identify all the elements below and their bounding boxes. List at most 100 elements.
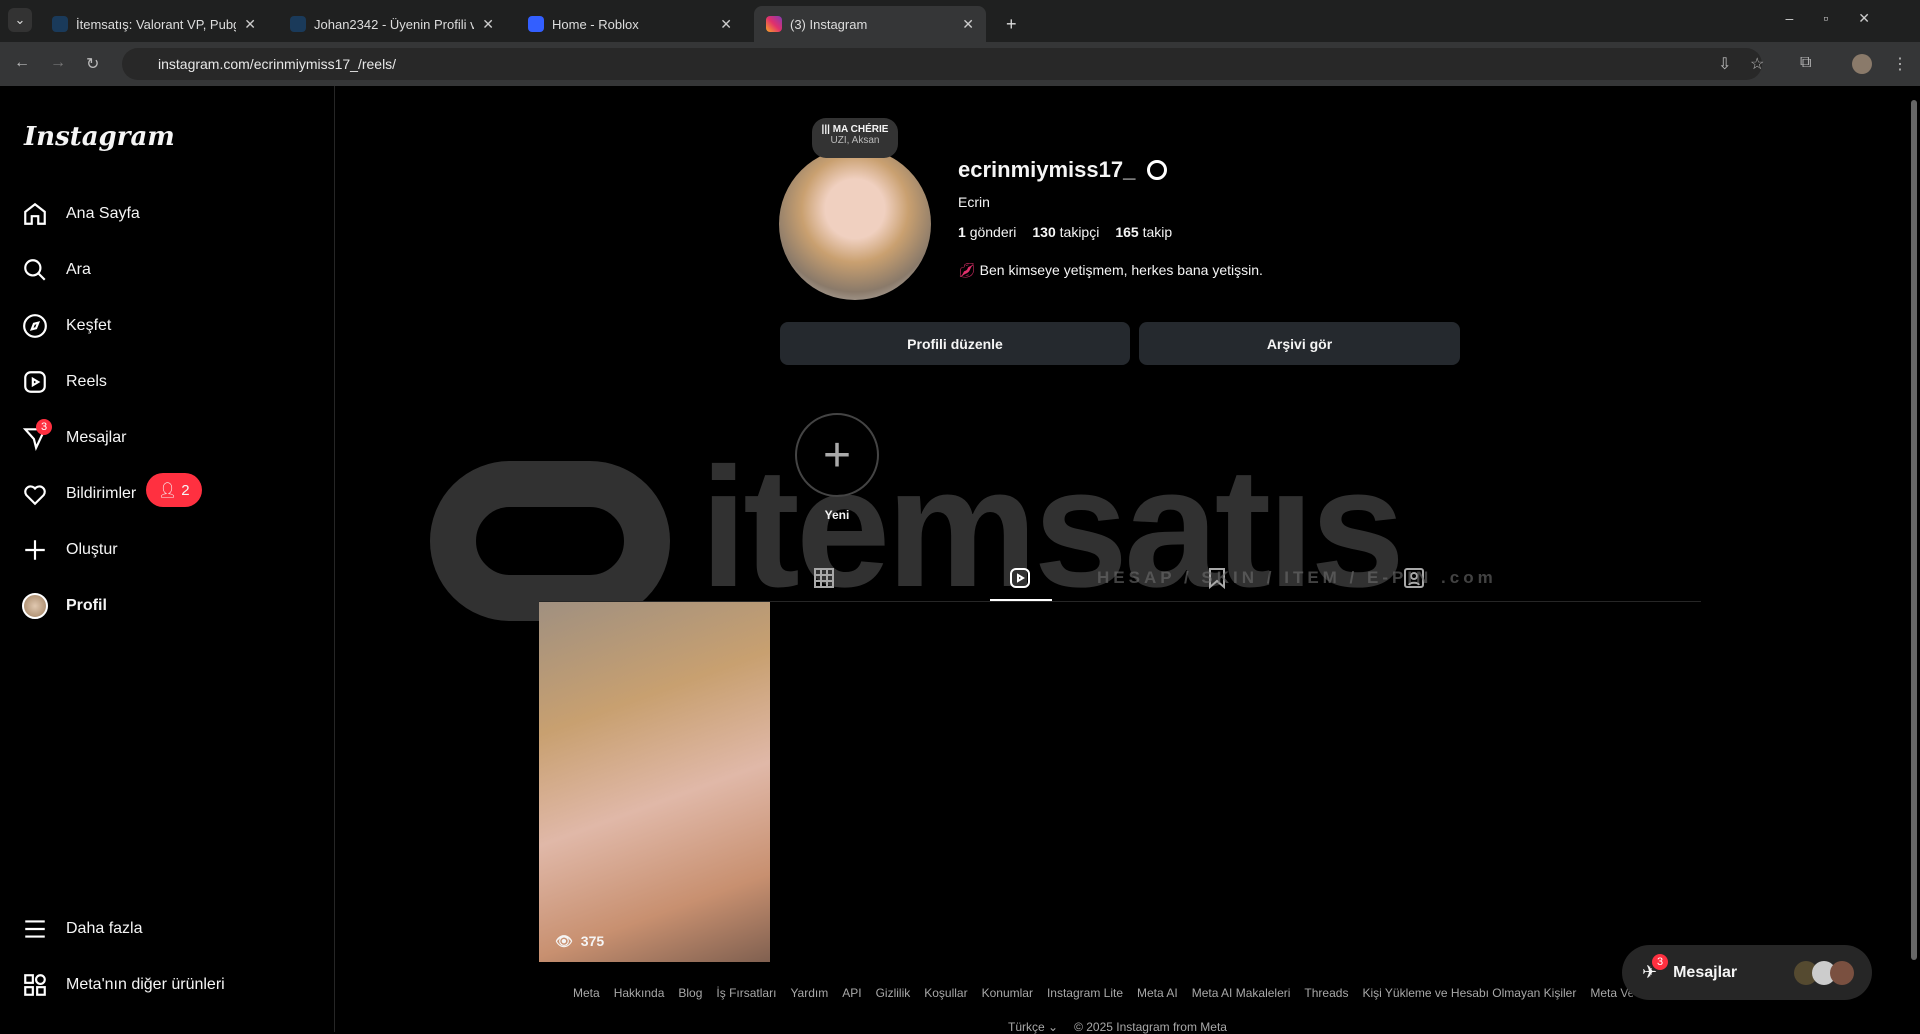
sidebar-item-label: Oluştur — [66, 541, 118, 558]
tab-title: Johan2342 - Üyenin Profili ve İlanları — [314, 16, 475, 32]
unread-badge: 3 — [36, 419, 52, 435]
footer-link[interactable]: Kişi Yükleme ve Hesabı Olmayan Kişiler — [1362, 986, 1576, 1000]
footer-link[interactable]: API — [842, 986, 861, 1000]
new-highlight-button[interactable]: + — [795, 413, 879, 497]
close-icon[interactable]: ✕ — [244, 16, 256, 33]
profile-avatar-icon[interactable] — [1852, 54, 1872, 74]
person-icon: 👤︎ — [158, 482, 182, 499]
reel-thumbnail[interactable]: 👁︎ 375 — [539, 602, 770, 962]
sidebar-item-label: Ara — [66, 261, 91, 278]
badge-count: 2 — [181, 482, 190, 499]
sidebar-item-label: Reels — [66, 373, 107, 390]
menu-icon[interactable]: ⋮ — [1892, 54, 1908, 74]
edit-profile-button[interactable]: Profili düzenle — [780, 322, 1130, 365]
footer-link[interactable]: Blog — [678, 986, 702, 1000]
unread-badge: 3 — [1652, 954, 1668, 970]
sidebar: Instagram Ana Sayfa Ara Keşfet Reels Mes… — [0, 86, 335, 1032]
back-icon[interactable]: ← — [14, 54, 30, 72]
sidebar-item-explore[interactable]: Keşfet — [22, 313, 111, 339]
close-icon[interactable]: ✕ — [720, 16, 732, 33]
view-archive-button[interactable]: Arşivi gör — [1139, 322, 1460, 365]
footer-link[interactable]: Yardım — [790, 986, 828, 1000]
sidebar-item-label: Profil — [66, 597, 107, 614]
heart-icon — [24, 485, 46, 506]
browser-tab[interactable]: Johan2342 - Üyenin Profili ve İlanları ✕ — [278, 6, 506, 42]
url-text: instagram.com/ecrinmiymiss17_/reels/ — [158, 56, 397, 72]
install-icon[interactable]: ⇩ — [1718, 54, 1731, 74]
sidebar-item-home[interactable]: Ana Sayfa — [22, 201, 140, 227]
sidebar-item-more[interactable]: Daha fazla — [22, 916, 143, 942]
roblox-favicon-icon — [528, 16, 544, 32]
profile-stats: 1 gönderi 130 takipçi 165 takip — [958, 224, 1172, 240]
browser-tab[interactable]: Home - Roblox ✕ — [516, 6, 744, 42]
sidebar-item-create[interactable]: Oluştur — [22, 537, 118, 563]
address-bar-row: ← → ↻ instagram.com/ecrinmiymiss17_/reel… — [0, 42, 1920, 86]
reels-tab-icon[interactable] — [1008, 566, 1032, 590]
avatar — [22, 593, 48, 619]
profile-avatar[interactable] — [779, 148, 931, 300]
tab-search-button[interactable]: ⌄ — [8, 8, 32, 32]
sidebar-item-label: Meta'nın diğer ürünleri — [66, 976, 225, 993]
display-name: Ecrin — [958, 194, 990, 210]
browser-tab-bar: ⌄ İtemsatış: Valorant VP, Pubg Mobile ✕ J… — [0, 0, 1920, 42]
sidebar-item-notifications[interactable]: Bildirimler 👤︎ 2 — [22, 473, 202, 507]
note-title: ||| MA CHÉRIE — [821, 124, 889, 135]
grid-tab-icon[interactable] — [812, 566, 836, 590]
browser-tab[interactable]: İtemsatış: Valorant VP, Pubg Mobile ✕ — [40, 6, 268, 42]
sidebar-item-search[interactable]: Ara — [22, 257, 91, 283]
footer-link[interactable]: Threads — [1304, 986, 1348, 1000]
instagram-logo[interactable]: Instagram — [24, 122, 175, 152]
footer-link[interactable]: Gizlilik — [876, 986, 911, 1000]
forward-icon[interactable]: → — [50, 54, 66, 72]
close-icon[interactable]: ✕ — [482, 16, 494, 33]
plus-icon — [25, 540, 45, 560]
url-input[interactable]: instagram.com/ecrinmiymiss17_/reels/ — [122, 48, 1762, 80]
sidebar-item-messages[interactable]: Mesajlar 3 — [22, 419, 126, 451]
footer-link[interactable]: İş Fırsatları — [716, 986, 776, 1000]
browser-tab-active[interactable]: (3) Instagram ✕ — [754, 6, 986, 42]
footer-link[interactable]: Meta AI Makaleleri — [1192, 986, 1291, 1000]
sidebar-item-label: Bildirimler — [66, 485, 137, 502]
recent-avatars — [1794, 960, 1854, 985]
followers-count[interactable]: 130 takipçi — [1032, 224, 1099, 240]
messenger-icon: ✈︎ 3 — [1642, 954, 1668, 983]
following-count[interactable]: 165 takip — [1115, 224, 1172, 240]
new-tab-button[interactable]: + — [994, 6, 1029, 42]
view-count-text: 375 — [580, 933, 605, 949]
extensions-icon[interactable]: ⧉ — [1800, 54, 1811, 72]
footer-link[interactable]: Meta — [573, 986, 600, 1000]
home-icon — [24, 202, 46, 225]
note-subtitle: UZI, Aksan — [830, 135, 880, 146]
star-icon[interactable]: ☆ — [1750, 54, 1764, 74]
posts-count: 1 gönderi — [958, 224, 1017, 240]
footer-links: Meta Hakkında Blog İş Fırsatları Yardım API Gi… — [573, 986, 1633, 1000]
sidebar-item-profile[interactable]: Profil — [22, 593, 107, 619]
itemsatis-favicon-icon — [290, 16, 306, 32]
footer-link[interactable]: Hakkında — [614, 986, 665, 1000]
sidebar-item-label: Daha fazla — [66, 920, 143, 937]
itemsatis-watermark: itemsatıs — [430, 430, 1405, 626]
sidebar-item-label: Keşfet — [66, 317, 112, 334]
sidebar-item-reels[interactable]: Reels — [22, 369, 107, 395]
settings-gear-icon[interactable] — [1147, 160, 1168, 180]
footer-link[interactable]: Koşullar — [924, 986, 967, 1000]
bio: 💋︎ Ben kimseye yetişmem, herkes bana yet… — [958, 262, 1263, 279]
close-icon[interactable]: ✕ — [962, 16, 974, 33]
messages-floating-button[interactable]: ✈︎ 3 Mesajlar — [1622, 945, 1872, 1000]
instagram-favicon-icon — [766, 16, 782, 32]
reload-icon[interactable]: ↻ — [86, 54, 99, 74]
footer-link[interactable]: Instagram Lite — [1047, 986, 1123, 1000]
window-controls[interactable]: –▫✕ — [1786, 10, 1900, 27]
scrollbar[interactable] — [1908, 86, 1920, 1032]
tab-title: (3) Instagram — [790, 16, 868, 32]
note-bubble[interactable]: ||| MA CHÉRIE UZI, Aksan — [812, 118, 898, 158]
footer-link[interactable]: Konumlar — [982, 986, 1033, 1000]
sidebar-item-label: Ana Sayfa — [66, 205, 140, 222]
footer-link[interactable]: Meta AI — [1137, 986, 1178, 1000]
follow-notification-badge[interactable]: 👤︎ 2 — [146, 473, 202, 507]
view-count: 👁︎ 375 — [555, 933, 604, 950]
lips-emoji-icon: 💋︎ — [958, 262, 980, 278]
messages-label: Mesajlar — [1673, 963, 1738, 981]
sidebar-item-meta-products[interactable]: Meta'nın diğer ürünleri — [22, 972, 225, 998]
tab-title: Home - Roblox — [552, 16, 639, 32]
